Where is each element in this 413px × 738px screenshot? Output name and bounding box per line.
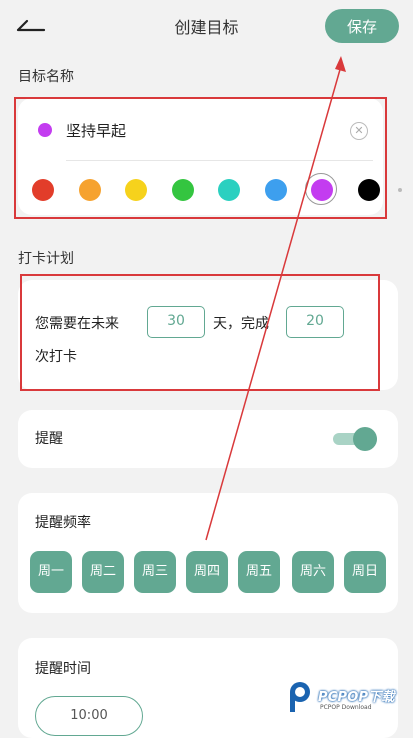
annotation-arrow	[205, 56, 346, 541]
pcpop-logo-icon	[290, 682, 310, 712]
watermark-subtext: PCPOP Download	[320, 704, 372, 711]
watermark-text: PCPOP下载	[318, 690, 395, 705]
